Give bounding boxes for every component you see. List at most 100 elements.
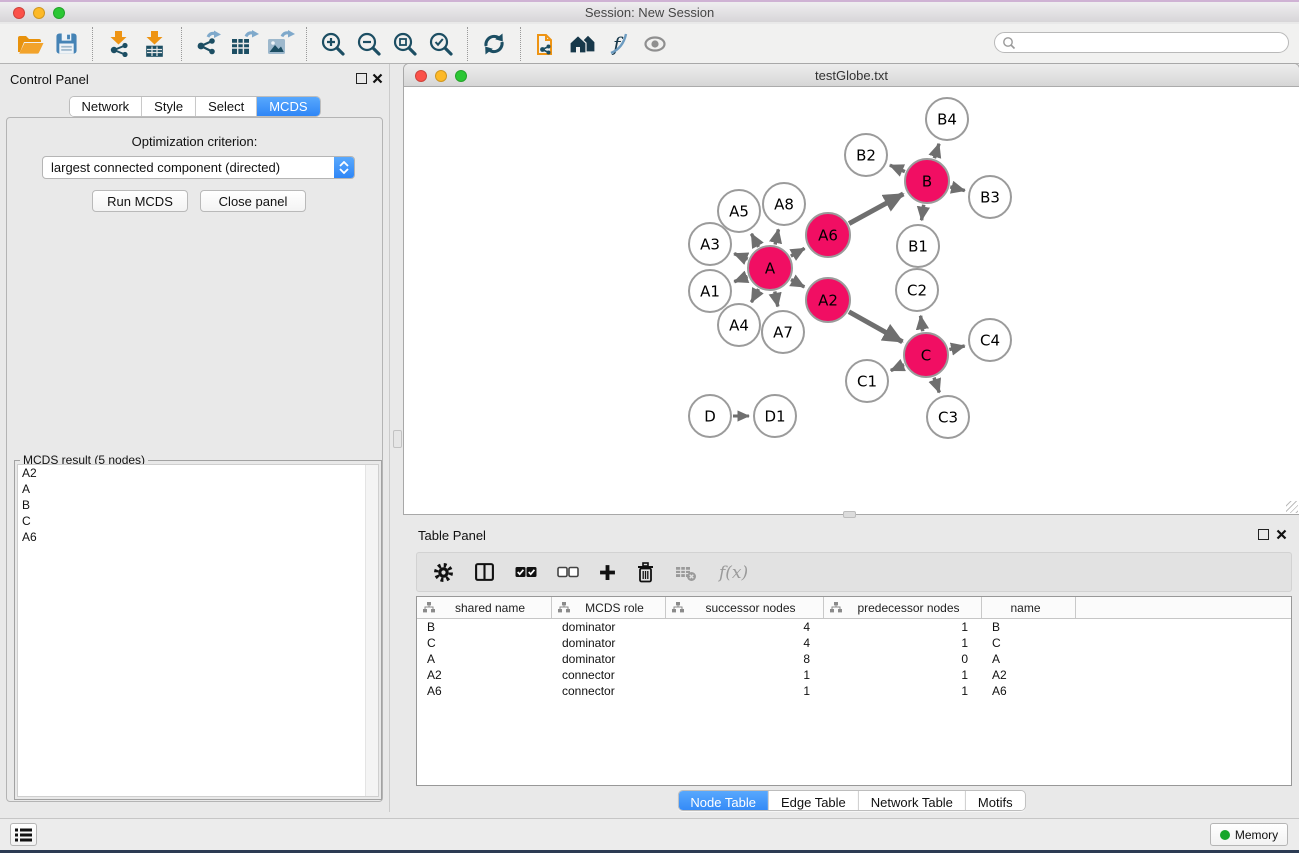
eye-button[interactable] — [637, 27, 673, 61]
graph-edge-A-A7[interactable] — [775, 292, 778, 307]
tab-edge-table[interactable]: Edge Table — [769, 791, 859, 811]
graph-node-label: C2 — [907, 282, 927, 300]
tab-network[interactable]: Network — [69, 97, 142, 116]
zoom-selected-button[interactable] — [423, 27, 459, 61]
network-window-titlebar[interactable]: testGlobe.txt — [404, 64, 1299, 87]
export-image-button[interactable] — [262, 27, 298, 61]
mcds-result-item[interactable]: C — [18, 513, 378, 529]
close-table-panel-icon[interactable] — [1276, 529, 1287, 540]
graph-edge-C-C4[interactable] — [949, 346, 964, 350]
table-settings-button[interactable] — [433, 562, 454, 583]
refresh-button[interactable] — [476, 27, 512, 61]
delete-table-button[interactable] — [675, 563, 697, 582]
horizontal-splitter-handle[interactable] — [843, 511, 856, 518]
open-session-button[interactable] — [12, 27, 48, 61]
criterion-selected-value: largest connected component (directed) — [43, 160, 334, 175]
select-all-button[interactable] — [515, 566, 537, 578]
hierarchy-icon — [423, 602, 435, 613]
fx-icon: f(x) — [717, 561, 753, 583]
graph-edge-C-C1[interactable] — [891, 365, 904, 371]
network-canvas[interactable]: AA1A2A3A4A5A6A7A8BB1B2B3B4CC1C2C3C4DD1 — [404, 87, 1299, 514]
mcds-result-item[interactable]: A6 — [18, 529, 378, 545]
tab-network-table[interactable]: Network Table — [859, 791, 966, 811]
zoom-in-button[interactable] — [315, 27, 351, 61]
graph-edge-A-A8[interactable] — [775, 229, 778, 244]
show-panels-button[interactable] — [10, 823, 37, 846]
graph-node-label: A1 — [700, 283, 720, 301]
add-column-button[interactable] — [599, 564, 616, 581]
graph-edge-A-A6[interactable] — [791, 248, 805, 256]
graph-edge-A6-B[interactable] — [849, 194, 903, 224]
home-button[interactable] — [565, 27, 601, 61]
memory-button[interactable]: Memory — [1210, 823, 1288, 846]
import-table-button[interactable] — [137, 27, 173, 61]
column-header-successor-nodes[interactable]: successor nodes — [666, 597, 824, 618]
table-cell: 1 — [824, 620, 982, 634]
import-network-button[interactable] — [101, 27, 137, 61]
zoom-out-icon — [356, 31, 382, 57]
refresh-icon — [481, 31, 507, 57]
float-table-panel-icon[interactable] — [1258, 529, 1269, 540]
optimization-criterion-select[interactable]: largest connected component (directed) — [42, 156, 355, 179]
tab-node-table[interactable]: Node Table — [678, 791, 769, 811]
show-columns-button[interactable] — [474, 562, 495, 582]
zoom-fit-icon — [392, 31, 418, 57]
delete-column-button[interactable] — [636, 562, 655, 583]
mcds-list-scrollbar[interactable] — [365, 465, 378, 796]
tab-mcds[interactable]: MCDS — [257, 97, 319, 116]
function-builder-button[interactable]: f(x) — [717, 561, 753, 583]
toolbar-separator — [181, 27, 182, 61]
graph-edge-A-A5[interactable] — [751, 234, 758, 247]
table-row[interactable]: Bdominator41B — [417, 619, 1291, 635]
tab-select[interactable]: Select — [196, 97, 257, 116]
close-panel-icon[interactable] — [372, 73, 383, 84]
close-panel-button[interactable]: Close panel — [200, 190, 306, 212]
tab-style[interactable]: Style — [142, 97, 196, 116]
table-row[interactable]: A6connector11A6 — [417, 683, 1291, 699]
vertical-splitter-handle[interactable] — [393, 430, 402, 448]
graph-edge-B-B3[interactable] — [950, 187, 965, 191]
column-header-predecessor-nodes[interactable]: predecessor nodes — [824, 597, 982, 618]
graph-edge-A2-C[interactable] — [849, 312, 903, 342]
column-header-shared-name[interactable]: shared name — [417, 597, 552, 618]
open-network-document-button[interactable] — [529, 27, 565, 61]
graph-edge-B-B4[interactable] — [934, 144, 939, 158]
resize-grip[interactable] — [1286, 501, 1298, 513]
column-header-name[interactable]: name — [982, 597, 1076, 618]
graph-edge-A-A1[interactable] — [734, 277, 747, 282]
export-table-button[interactable] — [226, 27, 262, 61]
mcds-result-item[interactable]: A — [18, 481, 378, 497]
save-session-button[interactable] — [48, 27, 84, 61]
graph-edge-A-A4[interactable] — [751, 289, 758, 302]
table-row[interactable]: Adominator80A — [417, 651, 1291, 667]
table-row[interactable]: A2connector11A2 — [417, 667, 1291, 683]
graph-edge-C-C2[interactable] — [921, 316, 923, 331]
graph-edge-C-C3[interactable] — [934, 378, 939, 393]
deselect-all-button[interactable] — [557, 566, 579, 578]
run-mcds-button[interactable]: Run MCDS — [92, 190, 188, 212]
zoom-out-button[interactable] — [351, 27, 387, 61]
export-network-button[interactable] — [190, 27, 226, 61]
table-cell: 8 — [666, 652, 824, 666]
zoom-selected-icon — [428, 31, 454, 57]
float-panel-icon[interactable] — [356, 73, 367, 84]
zoom-fit-button[interactable] — [387, 27, 423, 61]
hide-graphics-details-button[interactable]: f — [601, 27, 637, 61]
column-header-filler — [1076, 597, 1291, 618]
graph-node-label: A2 — [818, 292, 838, 310]
graph-edge-A-A3[interactable] — [734, 254, 748, 259]
table-cell: 4 — [666, 620, 824, 634]
table-panel-header: Table Panel — [404, 520, 1299, 550]
node-table: shared nameMCDS rolesuccessor nodesprede… — [416, 596, 1292, 786]
mcds-result-item[interactable]: A2 — [18, 465, 378, 481]
graph-edge-B-B2[interactable] — [890, 165, 905, 171]
search-input[interactable] — [1017, 34, 1288, 51]
table-cell: A2 — [417, 668, 552, 682]
column-header-MCDS-role[interactable]: MCDS role — [552, 597, 666, 618]
export-network-icon — [194, 30, 222, 57]
table-row[interactable]: Cdominator41C — [417, 635, 1291, 651]
mcds-result-item[interactable]: B — [18, 497, 378, 513]
graph-edge-B-B1[interactable] — [922, 205, 924, 220]
graph-edge-A-A2[interactable] — [791, 280, 804, 287]
tab-motifs[interactable]: Motifs — [966, 791, 1025, 811]
